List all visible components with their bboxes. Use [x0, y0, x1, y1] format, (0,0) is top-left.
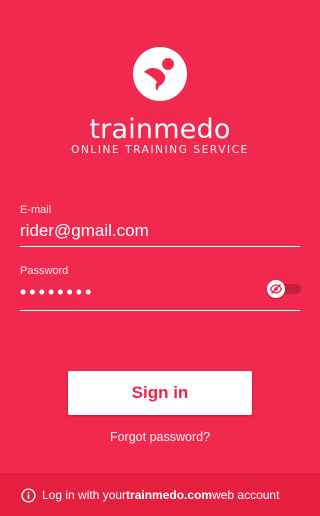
password-underline [20, 310, 300, 311]
password-field[interactable]: •••••••• [20, 282, 94, 303]
forgot-password-link[interactable]: Forgot password? [0, 430, 320, 444]
email-underline [20, 246, 300, 247]
email-label: E-mail [20, 204, 52, 216]
password-label: Password [20, 265, 69, 277]
info-icon [21, 487, 36, 503]
eye-icon [269, 284, 283, 294]
brand-tagline: ONLINE TRAINING SERVICE [71, 144, 249, 156]
brand-name: trainmedo [89, 114, 231, 145]
footer-bar: Log in with your trainmedo.com web accou… [0, 473, 320, 516]
footer-prefix: Log in with your [42, 488, 127, 502]
footer-link-text: trainmedo.com [126, 488, 213, 502]
email-field[interactable]: rider@gmail.com [20, 221, 149, 241]
footer-suffix: web account [212, 488, 280, 502]
toggle-knob [267, 280, 285, 298]
trainmedo-logo-icon [133, 47, 187, 101]
web-account-login-link[interactable]: Log in with your trainmedo.com web accou… [21, 486, 279, 504]
sign-in-button[interactable]: Sign in [68, 371, 252, 415]
show-password-toggle[interactable] [267, 280, 301, 298]
